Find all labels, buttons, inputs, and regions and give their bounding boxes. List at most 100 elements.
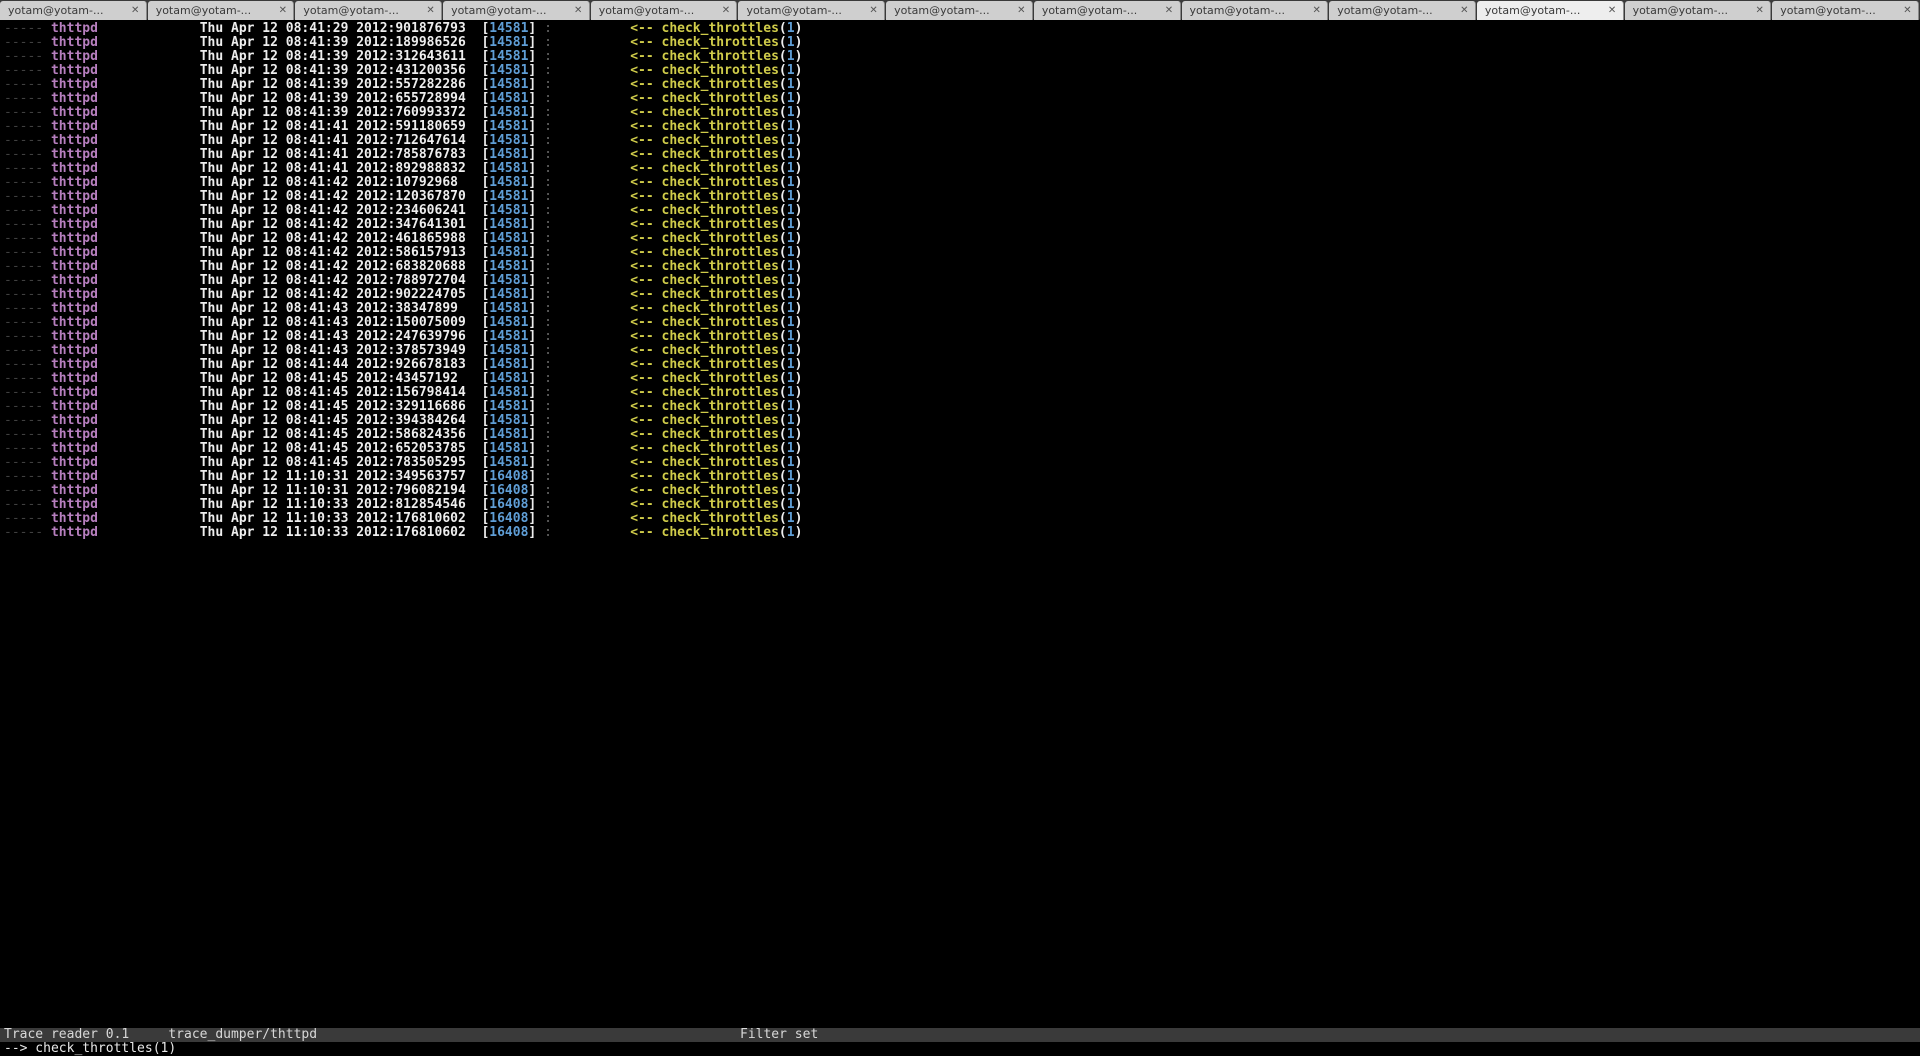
function-arg: 1 — [787, 413, 795, 428]
command-line[interactable]: --> check_throttles(1) — [0, 1042, 1920, 1056]
pid: 14581 — [489, 259, 528, 274]
trace-row: ----- thttpd Thu Apr 12 08:41:45 2012:32… — [4, 400, 1920, 414]
terminal-tab[interactable]: yotam@yotam-...✕ — [0, 1, 147, 20]
trace-row: ----- thttpd Thu Apr 12 08:41:43 2012:24… — [4, 330, 1920, 344]
trace-row: ----- thttpd Thu Apr 12 08:41:39 2012:31… — [4, 50, 1920, 64]
pid: 14581 — [489, 77, 528, 92]
terminal-tab[interactable]: yotam@yotam-...✕ — [591, 1, 738, 20]
dash-prefix: ----- — [4, 91, 51, 106]
timestamp: Thu Apr 12 08:41:44 2012:926678183 — [200, 357, 466, 372]
arrow-icon: <-- — [630, 301, 661, 316]
process-name: thttpd — [51, 147, 98, 162]
tab-label: yotam@yotam-... — [746, 4, 865, 18]
trace-row: ----- thttpd Thu Apr 12 11:10:31 2012:79… — [4, 484, 1920, 498]
function-name: check_throttles — [662, 49, 779, 64]
pid: 16408 — [489, 469, 528, 484]
pid: 14581 — [489, 413, 528, 428]
trace-row: ----- thttpd Thu Apr 12 08:41:42 2012:78… — [4, 274, 1920, 288]
terminal[interactable]: ----- thttpd Thu Apr 12 08:41:29 2012:90… — [0, 20, 1920, 1056]
close-icon[interactable]: ✕ — [1165, 6, 1174, 15]
terminal-tab[interactable]: yotam@yotam-...✕ — [443, 1, 590, 20]
arrow-icon: <-- — [630, 105, 661, 120]
function-name: check_throttles — [662, 245, 779, 260]
close-icon[interactable]: ✕ — [869, 6, 878, 15]
function-arg: 1 — [787, 483, 795, 498]
trace-row: ----- thttpd Thu Apr 12 08:41:42 2012:46… — [4, 232, 1920, 246]
function-name: check_throttles — [662, 203, 779, 218]
timestamp: Thu Apr 12 08:41:45 2012:783505295 — [200, 455, 466, 470]
trace-row: ----- thttpd Thu Apr 12 08:41:41 2012:59… — [4, 120, 1920, 134]
close-icon[interactable]: ✕ — [574, 6, 583, 15]
timestamp: Thu Apr 12 08:41:39 2012:189986526 — [200, 35, 466, 50]
pid: 14581 — [489, 35, 528, 50]
dash-prefix: ----- — [4, 301, 51, 316]
pid: 14581 — [489, 385, 528, 400]
dash-prefix: ----- — [4, 259, 51, 274]
terminal-tab[interactable]: yotam@yotam-...✕ — [1477, 1, 1624, 20]
process-name: thttpd — [51, 273, 98, 288]
dash-prefix: ----- — [4, 245, 51, 260]
process-name: thttpd — [51, 497, 98, 512]
terminal-tab[interactable]: yotam@yotam-...✕ — [295, 1, 442, 20]
trace-row: ----- thttpd Thu Apr 12 08:41:39 2012:18… — [4, 36, 1920, 50]
trace-row: ----- thttpd Thu Apr 12 08:41:42 2012:10… — [4, 176, 1920, 190]
function-arg: 1 — [787, 315, 795, 330]
function-arg: 1 — [787, 77, 795, 92]
timestamp: Thu Apr 12 08:41:29 2012:901876793 — [200, 21, 466, 36]
pid: 14581 — [489, 105, 528, 120]
arrow-icon: <-- — [630, 483, 661, 498]
close-icon[interactable]: ✕ — [1312, 6, 1321, 15]
process-name: thttpd — [51, 441, 98, 456]
function-arg: 1 — [787, 259, 795, 274]
terminal-tab[interactable]: yotam@yotam-...✕ — [1625, 1, 1772, 20]
timestamp: Thu Apr 12 11:10:33 2012:812854546 — [200, 497, 466, 512]
arrow-icon: <-- — [630, 119, 661, 134]
dash-prefix: ----- — [4, 357, 51, 372]
function-name: check_throttles — [662, 147, 779, 162]
function-arg: 1 — [787, 35, 795, 50]
terminal-tab[interactable]: yotam@yotam-... ✕ — [1034, 1, 1181, 20]
terminal-tab[interactable]: yotam@yotam-...✕ — [1772, 1, 1919, 20]
function-name: check_throttles — [662, 385, 779, 400]
close-icon[interactable]: ✕ — [278, 6, 287, 15]
process-name: thttpd — [51, 511, 98, 526]
close-icon[interactable]: ✕ — [1608, 6, 1617, 15]
close-icon[interactable]: ✕ — [1903, 6, 1912, 15]
process-name: thttpd — [51, 21, 98, 36]
dash-prefix: ----- — [4, 147, 51, 162]
close-icon[interactable]: ✕ — [721, 6, 730, 15]
function-arg: 1 — [787, 217, 795, 232]
close-icon[interactable]: ✕ — [426, 6, 435, 15]
process-name: thttpd — [51, 427, 98, 442]
terminal-tab[interactable]: yotam@yotam-...✕ — [148, 1, 295, 20]
trace-row: ----- thttpd Thu Apr 12 08:41:42 2012:90… — [4, 288, 1920, 302]
terminal-tab[interactable]: yotam@yotam-... ✕ — [738, 1, 885, 20]
arrow-icon: <-- — [630, 35, 661, 50]
timestamp: Thu Apr 12 08:41:41 2012:591180659 — [200, 119, 466, 134]
arrow-icon: <-- — [630, 455, 661, 470]
terminal-tab[interactable]: yotam@yotam-...✕ — [1182, 1, 1329, 20]
function-name: check_throttles — [662, 357, 779, 372]
trace-row: ----- thttpd Thu Apr 12 08:41:43 2012:37… — [4, 344, 1920, 358]
dash-prefix: ----- — [4, 469, 51, 484]
close-icon[interactable]: ✕ — [1017, 6, 1026, 15]
close-icon[interactable]: ✕ — [1755, 6, 1764, 15]
timestamp: Thu Apr 12 08:41:41 2012:712647614 — [200, 133, 466, 148]
dash-prefix: ----- — [4, 161, 51, 176]
timestamp: Thu Apr 12 08:41:39 2012:655728994 — [200, 91, 466, 106]
pid: 14581 — [489, 217, 528, 232]
tab-label: yotam@yotam-... — [894, 4, 1013, 18]
terminal-tab[interactable]: yotam@yotam-...✕ — [1329, 1, 1476, 20]
arrow-icon: <-- — [630, 497, 661, 512]
terminal-tab[interactable]: yotam@yotam-... ✕ — [886, 1, 1033, 20]
arrow-icon: <-- — [630, 217, 661, 232]
tab-label: yotam@yotam-... — [1042, 4, 1161, 18]
dash-prefix: ----- — [4, 497, 51, 512]
close-icon[interactable]: ✕ — [1460, 6, 1469, 15]
function-name: check_throttles — [662, 455, 779, 470]
function-arg: 1 — [787, 301, 795, 316]
close-icon[interactable]: ✕ — [131, 6, 140, 15]
timestamp: Thu Apr 12 11:10:33 2012:176810602 — [200, 511, 466, 526]
timestamp: Thu Apr 12 08:41:45 2012:43457192 — [200, 371, 466, 386]
timestamp: Thu Apr 12 08:41:42 2012:234606241 — [200, 203, 466, 218]
